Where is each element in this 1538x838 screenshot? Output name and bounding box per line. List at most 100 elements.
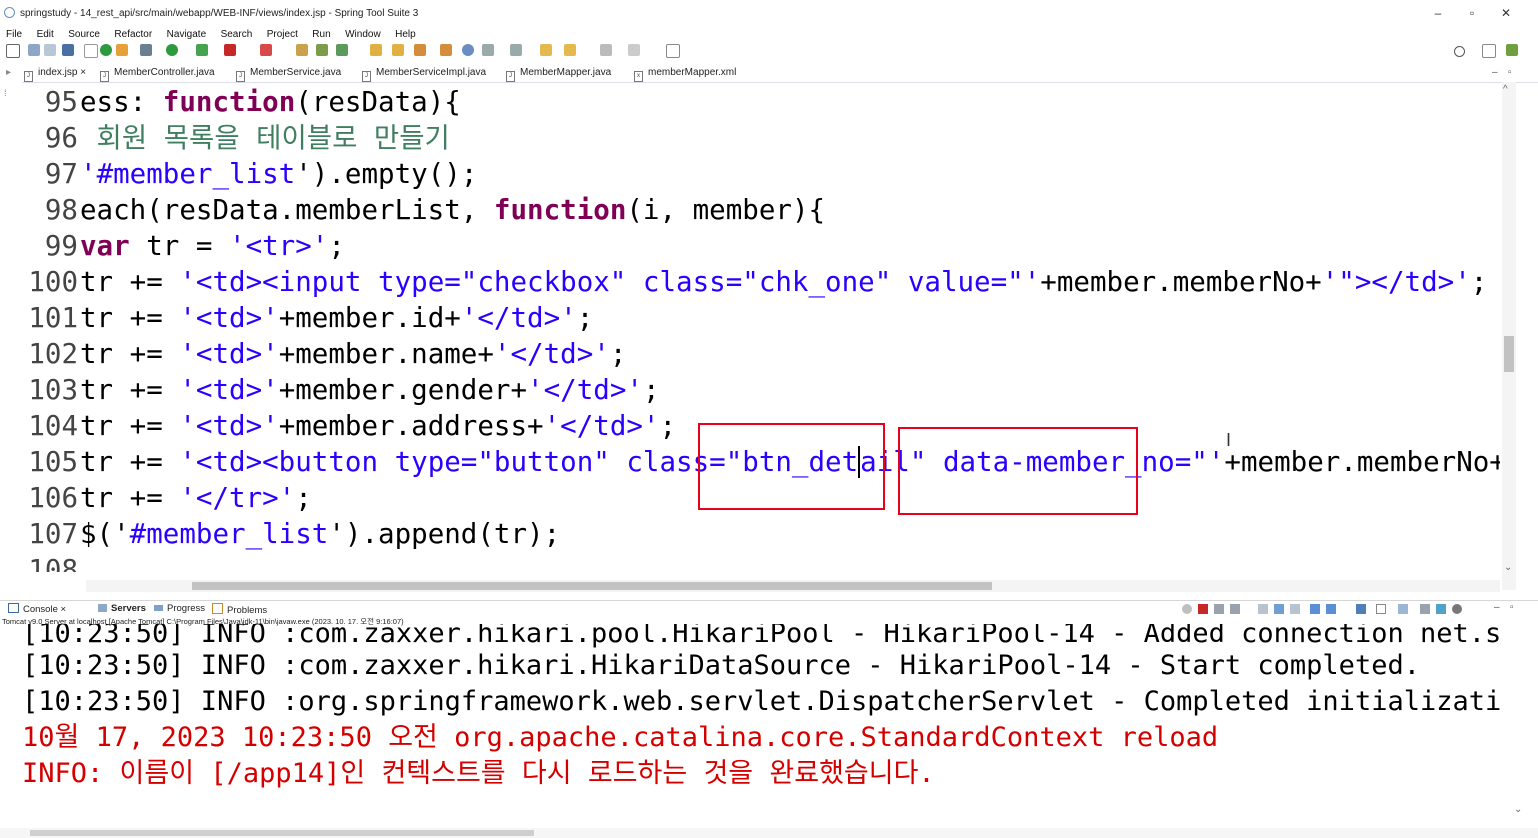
text-cursor-icon: Ι	[1226, 430, 1232, 450]
code-line: 104tr += '<td>'+member.address+'</td>';	[22, 408, 676, 444]
minimize-view-icon[interactable]: –	[1492, 67, 1498, 78]
nav-right-icon[interactable]	[628, 44, 640, 56]
display-console-icon[interactable]	[1376, 604, 1386, 614]
wizard-icon[interactable]	[140, 44, 152, 56]
console-vertical-scrollbar[interactable]	[1512, 624, 1526, 824]
maximize-button[interactable]: ▫	[1462, 6, 1482, 20]
annotation-icon[interactable]	[482, 44, 494, 56]
menu-file[interactable]: File	[6, 29, 22, 40]
open-type-icon[interactable]	[392, 44, 404, 56]
remove-all-icon[interactable]	[1230, 604, 1240, 614]
word-wrap-icon[interactable]	[1290, 604, 1300, 614]
server-icon[interactable]	[260, 44, 272, 56]
maximize-view-icon[interactable]: ▫	[1510, 602, 1514, 613]
open-folder-icon[interactable]	[370, 44, 382, 56]
view-menu-icon[interactable]: ▸	[6, 67, 11, 78]
tab-progress[interactable]: Progress	[154, 603, 205, 614]
tab-close-icon[interactable]: ×	[80, 67, 86, 78]
java-file-icon: J	[100, 71, 109, 82]
line-number: 97	[44, 158, 78, 190]
select-console-icon[interactable]	[1436, 604, 1446, 614]
back-icon[interactable]	[540, 44, 552, 56]
search-icon[interactable]	[1454, 46, 1465, 57]
line-number: 105	[28, 446, 78, 478]
pen-icon[interactable]	[414, 44, 426, 56]
new-class-icon[interactable]	[336, 44, 348, 56]
scroll-down-icon[interactable]: ⌄	[1504, 562, 1512, 573]
highlight-box-class	[698, 423, 885, 510]
tab-problems[interactable]: Problems	[212, 603, 267, 616]
close-button[interactable]: ✕	[1496, 6, 1516, 20]
maximize-view-icon[interactable]: ▫	[1508, 67, 1512, 78]
show-stderr-icon[interactable]	[1326, 604, 1336, 614]
tab-close-icon[interactable]: ×	[61, 604, 67, 615]
menu-refactor[interactable]: Refactor	[114, 29, 152, 40]
open-perspective-icon[interactable]	[666, 44, 680, 58]
pin-console-icon[interactable]	[1356, 604, 1366, 614]
run-as-icon[interactable]	[196, 44, 208, 56]
run-icon[interactable]	[166, 44, 178, 56]
menu-search[interactable]: Search	[221, 29, 253, 40]
new-icon[interactable]	[6, 44, 20, 58]
menu-edit[interactable]: Edit	[37, 29, 54, 40]
package-icon[interactable]	[296, 44, 308, 56]
menu-navigate[interactable]: Navigate	[167, 29, 206, 40]
scroll-down-icon[interactable]: ⌄	[1514, 804, 1522, 815]
scroll-lock-icon[interactable]	[1274, 604, 1284, 614]
console-horizontal-scroll-thumb[interactable]	[30, 830, 534, 836]
class-icon[interactable]	[316, 44, 328, 56]
tab-member-mapper-xml[interactable]: x memberMapper.xml	[634, 67, 736, 82]
debug-icon[interactable]	[100, 44, 112, 56]
highlight-box-data-attr	[898, 427, 1138, 515]
tab-member-mapper-java[interactable]: J MemberMapper.java	[506, 67, 611, 82]
editor-tab-bar: ▸ Jindex.jsp × J MemberController.java JM…	[0, 63, 1538, 83]
tab-member-controller[interactable]: J MemberController.java	[100, 67, 215, 82]
remove-launch-icon[interactable]	[1214, 604, 1224, 614]
tab-member-service-impl[interactable]: J MemberServiceImpl.java	[362, 67, 486, 82]
search-task-icon[interactable]	[440, 44, 452, 56]
terminate-icon[interactable]	[1198, 604, 1208, 614]
console-icon	[8, 603, 19, 613]
menu-project[interactable]: Project	[267, 29, 298, 40]
tab-console[interactable]: Console ×	[8, 603, 66, 615]
console-line-error: 10월 17, 2023 10:23:50 오전 org.apache.cata…	[22, 722, 1219, 753]
minimize-view-icon[interactable]: –	[1494, 602, 1500, 613]
code-line: 103tr += '<td>'+member.gender+'</td>';	[22, 372, 659, 408]
minimize-button[interactable]: –	[1428, 6, 1448, 20]
link-icon[interactable]	[84, 44, 98, 58]
skip-icon[interactable]	[116, 44, 128, 56]
editor-horizontal-scroll-thumb[interactable]	[192, 582, 992, 590]
menu-window[interactable]: Window	[345, 29, 381, 40]
clear-console-icon[interactable]	[1258, 604, 1268, 614]
menu-help[interactable]: Help	[395, 29, 416, 40]
nav-left-icon[interactable]	[600, 44, 612, 56]
console-output[interactable]: [10:23:50] INFO :com.zaxxer.hikari.pool.…	[22, 624, 1500, 824]
settings-gear-icon[interactable]	[1452, 604, 1462, 614]
tab-member-service[interactable]: J MemberService.java	[236, 67, 341, 82]
line-number: 99	[44, 230, 78, 262]
save-icon[interactable]	[28, 44, 40, 56]
line-number: 103	[28, 374, 78, 406]
stop-icon[interactable]	[224, 44, 236, 56]
open-console-icon[interactable]	[1398, 604, 1408, 614]
code-line: 106tr += '</tr>';	[22, 480, 311, 516]
globe-icon[interactable]	[462, 44, 474, 56]
next-annotation-icon[interactable]	[510, 44, 522, 56]
save-all-icon[interactable]	[44, 44, 56, 56]
new-console-icon[interactable]	[1420, 604, 1430, 614]
spring-perspective-icon[interactable]	[1506, 44, 1518, 56]
tab-index-jsp[interactable]: Jindex.jsp ×	[24, 67, 86, 82]
line-number: 96	[44, 122, 78, 154]
menu-source[interactable]: Source	[68, 29, 100, 40]
tab-servers[interactable]: Servers	[98, 603, 146, 614]
code-line: 96 회원 목록을 테이블로 만들기	[22, 120, 450, 156]
perspective-icon[interactable]	[1482, 44, 1496, 58]
forward-icon[interactable]	[564, 44, 576, 56]
pin-icon[interactable]	[1182, 604, 1192, 614]
menu-bar: File Edit Source Refactor Navigate Searc…	[0, 24, 1538, 41]
print-icon[interactable]	[62, 44, 74, 56]
editor-vertical-scroll-thumb[interactable]	[1504, 336, 1514, 372]
show-stdout-icon[interactable]	[1310, 604, 1320, 614]
scroll-up-icon[interactable]: ^	[1503, 84, 1508, 95]
menu-run[interactable]: Run	[312, 29, 330, 40]
